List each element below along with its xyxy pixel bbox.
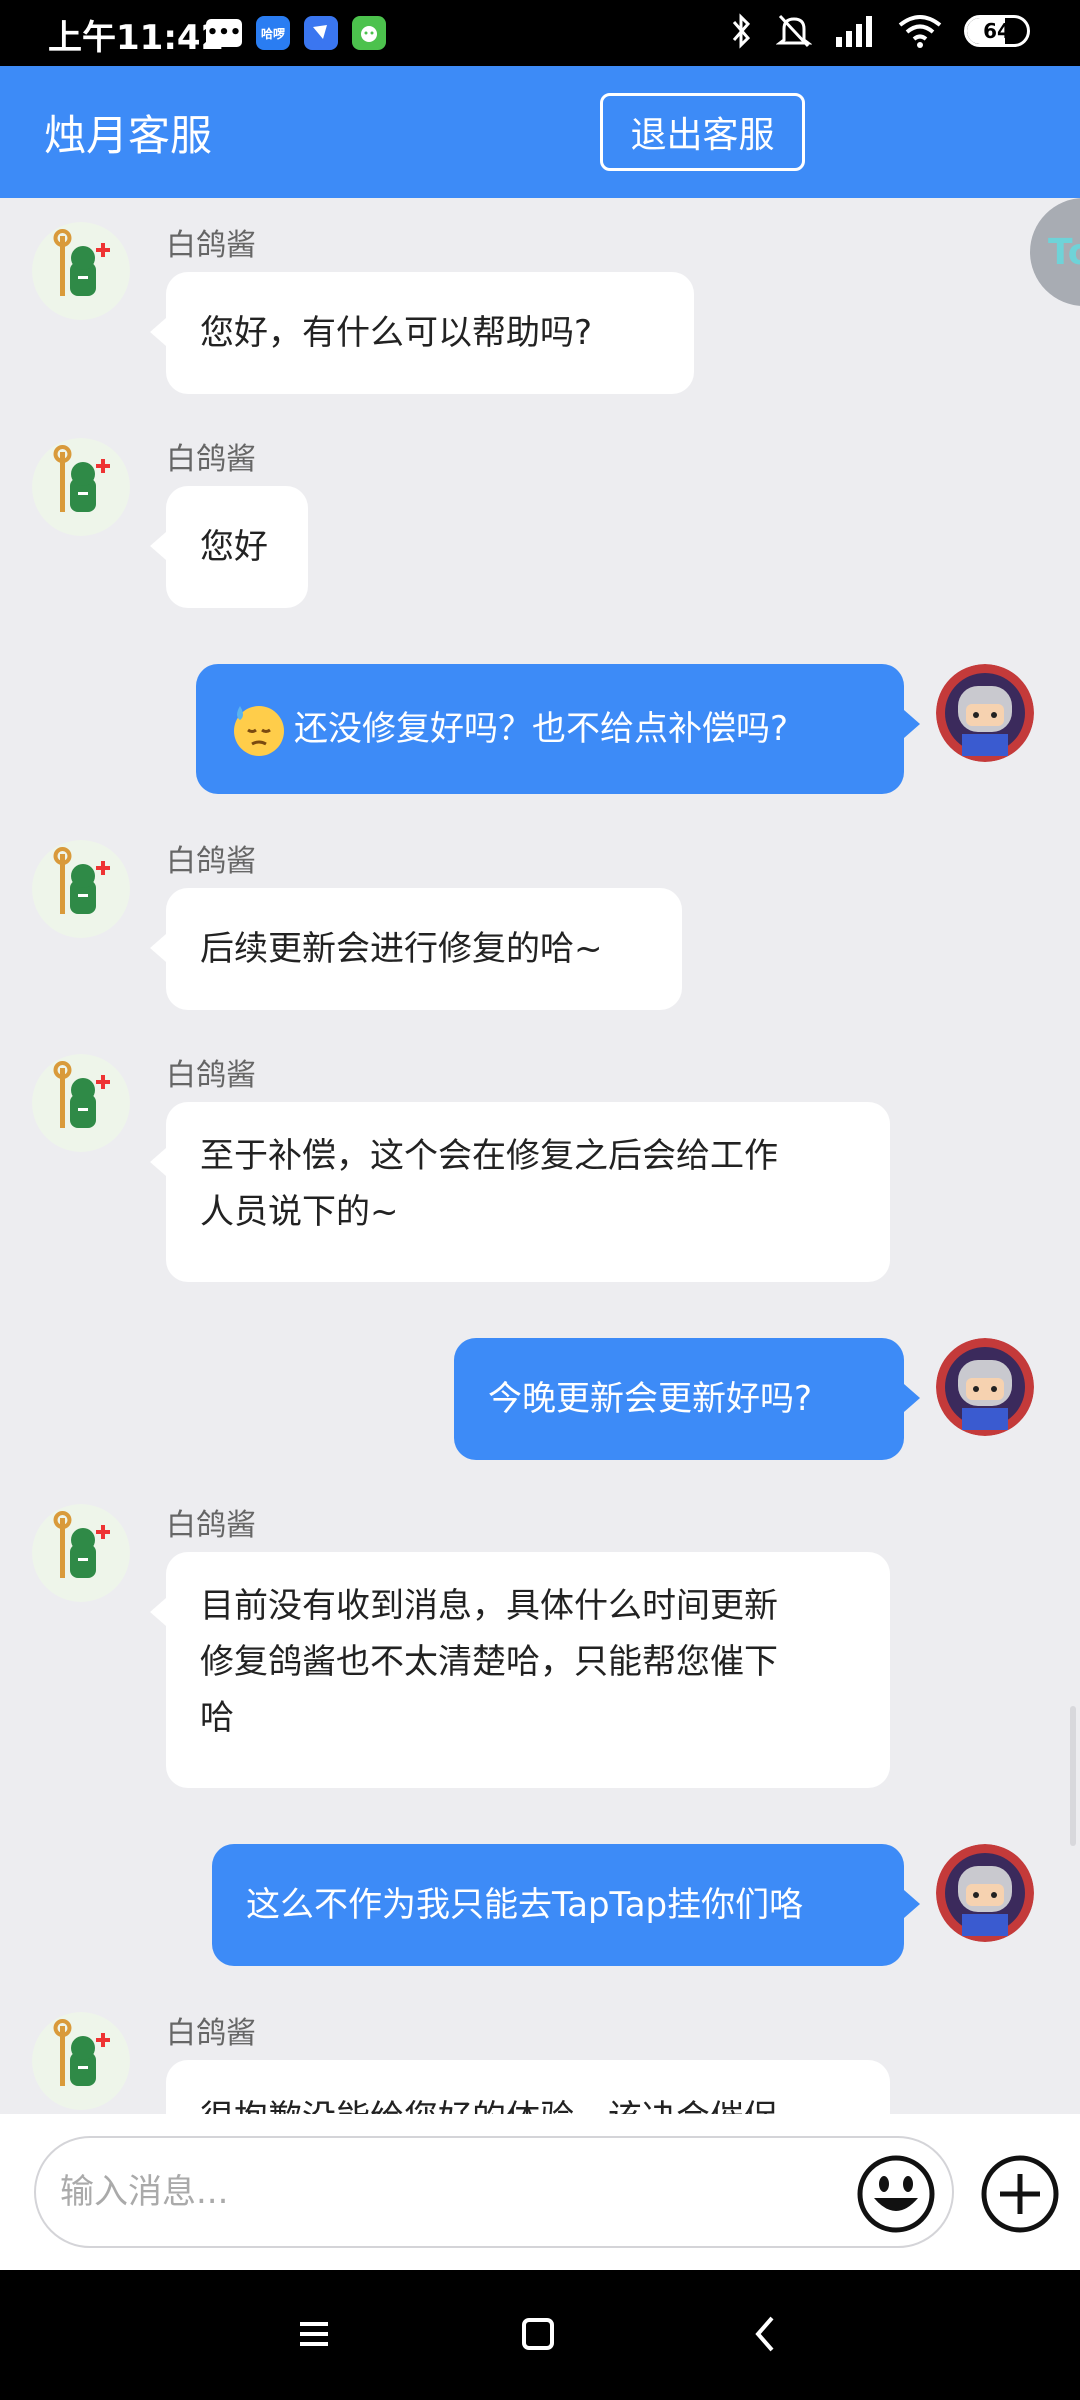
message-icon: ••• bbox=[206, 19, 242, 47]
message-list[interactable]: 白鸽酱 您好，有什么可以帮助吗? 白鸽酱 您好 还没修复好吗？也不给点补偿吗? bbox=[0, 198, 1080, 2114]
message-text: 您好 bbox=[200, 527, 268, 567]
outgoing-message: 还没修复好吗？也不给点补偿吗? bbox=[0, 664, 1080, 804]
message-text: 您好，有什么可以帮助吗? bbox=[200, 313, 593, 353]
agent-avatar[interactable] bbox=[32, 222, 130, 320]
message-bubble[interactable]: 还没修复好吗？也不给点补偿吗? bbox=[196, 664, 904, 794]
emoji-icon[interactable] bbox=[856, 2154, 936, 2234]
feishu-app-icon bbox=[304, 16, 338, 50]
home-icon[interactable] bbox=[508, 2304, 568, 2364]
page-title: 烛月客服 bbox=[44, 111, 213, 160]
message-bubble[interactable]: 您好 bbox=[166, 486, 308, 608]
sweat-face-emoji bbox=[234, 706, 284, 756]
message-bubble[interactable]: 您好，有什么可以帮助吗? bbox=[166, 272, 694, 394]
status-bar: 上午11:42 ••• 哈啰 64 bbox=[0, 0, 1080, 66]
battery-icon: 64 bbox=[964, 15, 1030, 47]
wifi-icon bbox=[898, 15, 942, 48]
message-bubble[interactable]: 今晚更新会更新好吗? bbox=[454, 1338, 904, 1460]
outgoing-message: 今晚更新会更新好吗? bbox=[0, 1338, 1080, 1468]
incoming-message: 白鸽酱 后续更新会进行修复的哈~ bbox=[0, 816, 1080, 1016]
system-navigation-bar bbox=[0, 2270, 1080, 2400]
message-text: 今晚更新会更新好吗? bbox=[488, 1379, 813, 1419]
agent-avatar[interactable] bbox=[32, 438, 130, 536]
add-attachment-icon[interactable] bbox=[980, 2154, 1060, 2234]
sender-name: 白鸽酱 bbox=[166, 1058, 256, 1093]
user-avatar[interactable] bbox=[936, 1338, 1034, 1436]
agent-avatar[interactable] bbox=[32, 2012, 130, 2110]
sender-name: 白鸽酱 bbox=[166, 1508, 256, 1543]
incoming-message: 白鸽酱 您好 bbox=[0, 414, 1080, 614]
outgoing-message: 这么不作为我只能去TapTap挂你们咯 bbox=[0, 1844, 1080, 1974]
battery-level: 64 bbox=[983, 19, 1011, 43]
message-bubble[interactable]: 这么不作为我只能去TapTap挂你们咯 bbox=[212, 1844, 904, 1966]
exit-service-button[interactable]: 退出客服 bbox=[600, 93, 805, 171]
message-bubble[interactable]: 后续更新会进行修复的哈~ bbox=[166, 888, 682, 1010]
sender-name: 白鸽酱 bbox=[166, 228, 256, 263]
message-text: 后续更新会进行修复的哈~ bbox=[200, 929, 603, 969]
sender-name: 白鸽酱 bbox=[166, 442, 256, 477]
signal-icon bbox=[836, 16, 872, 47]
wechat-app-icon bbox=[352, 16, 386, 50]
hello-app-icon: 哈啰 bbox=[256, 16, 290, 50]
sender-name: 白鸽酱 bbox=[166, 2016, 256, 2051]
message-text: 这么不作为我只能去TapTap挂你们咯 bbox=[246, 1885, 804, 1925]
input-bar bbox=[0, 2114, 1080, 2270]
status-indicators: 64 bbox=[730, 12, 1030, 50]
message-text: 还没修复好吗？也不给点补偿吗? bbox=[294, 709, 789, 749]
message-line: 至于补偿，这个会在修复之后会给工作 bbox=[200, 1136, 778, 1176]
user-avatar[interactable] bbox=[936, 1844, 1034, 1942]
user-avatar[interactable] bbox=[936, 664, 1034, 762]
sender-name: 白鸽酱 bbox=[166, 844, 256, 879]
message-line: 哈 bbox=[200, 1698, 234, 1738]
message-bubble[interactable]: 目前没有收到消息，具体什么时间更新 修复鸽酱也不太清楚哈，只能帮您催下 哈 bbox=[166, 1552, 890, 1788]
message-bubble[interactable]: 很抱歉没能给您好的体验，该决会催促 bbox=[166, 2060, 890, 2114]
message-text: 很抱歉没能给您好的体验，该决会催促 bbox=[200, 2090, 778, 2114]
incoming-message: 白鸽酱 目前没有收到消息，具体什么时间更新 修复鸽酱也不太清楚哈，只能帮您催下 … bbox=[0, 1480, 1080, 1800]
message-bubble[interactable]: 至于补偿，这个会在修复之后会给工作 人员说下的~ bbox=[166, 1102, 890, 1282]
message-line: 人员说下的~ bbox=[200, 1192, 399, 1232]
message-line: 修复鸽酱也不太清楚哈，只能帮您催下 bbox=[200, 1642, 778, 1682]
scrollbar[interactable] bbox=[1070, 1706, 1076, 1846]
notification-icons: ••• 哈啰 bbox=[206, 16, 386, 50]
agent-avatar[interactable] bbox=[32, 1504, 130, 1602]
mute-icon bbox=[776, 14, 812, 48]
message-line: 目前没有收到消息，具体什么时间更新 bbox=[200, 1586, 778, 1626]
back-icon[interactable] bbox=[736, 2304, 796, 2364]
status-time: 上午11:42 bbox=[48, 18, 225, 58]
agent-avatar[interactable] bbox=[32, 840, 130, 938]
incoming-message: 白鸽酱 很抱歉没能给您好的体验，该决会催促 bbox=[0, 1988, 1080, 2114]
chat-header: 烛月客服 退出客服 bbox=[0, 66, 1080, 198]
incoming-message: 白鸽酱 至于补偿，这个会在修复之后会给工作 人员说下的~ bbox=[0, 1030, 1080, 1290]
message-input[interactable] bbox=[34, 2136, 954, 2248]
agent-avatar[interactable] bbox=[32, 1054, 130, 1152]
incoming-message: 白鸽酱 您好，有什么可以帮助吗? bbox=[0, 198, 1080, 408]
menu-icon[interactable] bbox=[284, 2304, 344, 2364]
bluetooth-icon bbox=[732, 13, 751, 49]
